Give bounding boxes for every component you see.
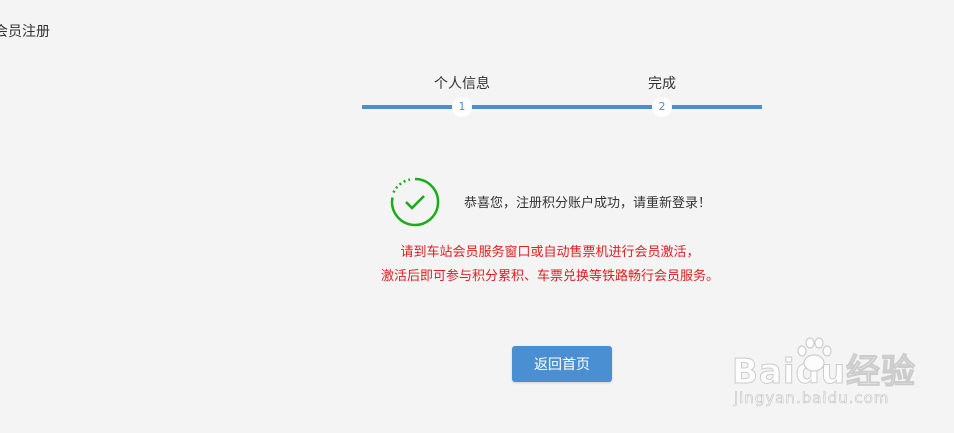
step-2-number: 2 [652,97,672,117]
check-circle-icon [389,176,441,228]
step-1-number: 1 [452,97,472,117]
baidu-jingyan-watermark: Baidu经验 jingyan.baidu.com [731,337,932,412]
return-home-button[interactable]: 返回首页 [512,346,612,382]
page-title: 会员注册 [0,24,50,40]
watermark-url: jingyan.baidu.com [734,389,890,408]
paw-icon [797,337,832,372]
step-1-label: 个人信息 [434,76,490,92]
success-message: 恭喜您，注册积分账户成功，请重新登录！ [464,196,712,211]
stepper-progress-line [362,105,762,109]
registration-stepper: 个人信息 1 完成 2 [362,70,762,120]
activation-notice-line-1: 请到车站会员服务窗口或自动售票机进行会员激活， [400,245,700,260]
activation-notice-line-2: 激活后即可参与积分累积、车票兑换等铁路畅行会员服务。 [380,269,719,284]
step-2-label: 完成 [648,76,676,92]
